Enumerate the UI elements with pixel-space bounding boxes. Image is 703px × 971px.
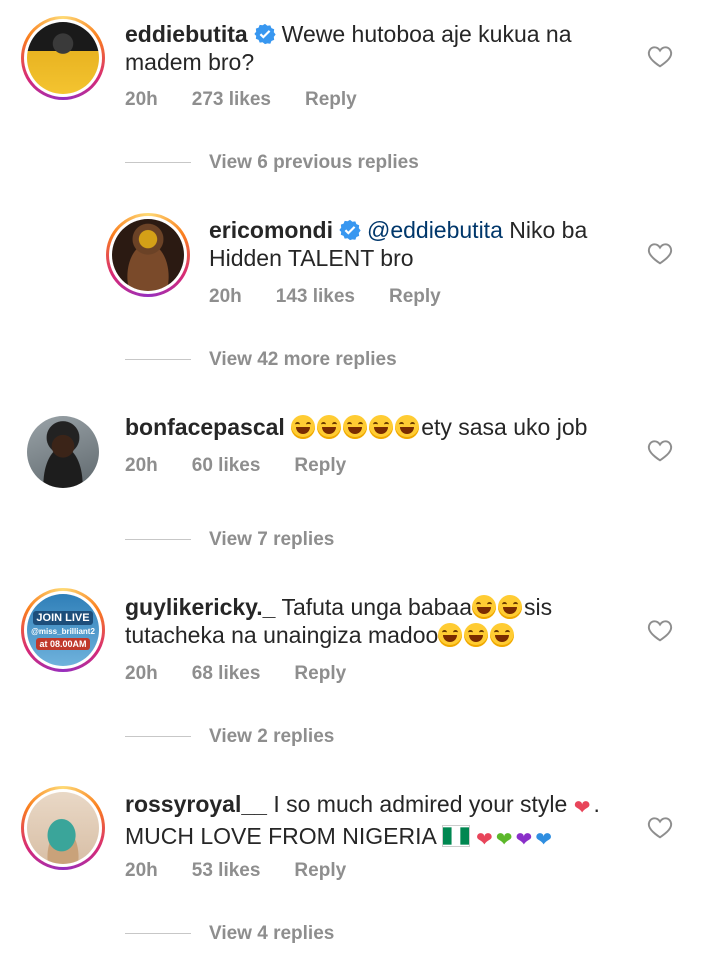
heart-icon[interactable] [647, 241, 673, 265]
view-replies-link[interactable]: View 42 more replies [209, 349, 397, 371]
view-replies-link[interactable]: View 2 replies [209, 726, 334, 748]
view-replies-link[interactable]: View 4 replies [209, 923, 334, 945]
green-heart-icon: ❤ [495, 829, 513, 851]
heart-icon[interactable] [647, 618, 673, 642]
comment-meta: 20h 143 likes Reply [209, 286, 475, 308]
blue-heart-icon: ❤ [535, 829, 552, 851]
comment-body: Niko ba [509, 217, 588, 243]
comment-meta: 20h 60 likes Reply [125, 455, 380, 477]
view-replies-link[interactable]: View 6 previous replies [209, 152, 419, 174]
comment-body-cont: sis [524, 594, 553, 620]
nigeria-flag-icon [441, 825, 470, 847]
reply-button[interactable]: Reply [305, 89, 357, 110]
verified-badge-icon [254, 23, 276, 45]
divider-line [125, 933, 191, 934]
avatar-label: at 08.00AM [36, 637, 90, 650]
comment-time: 20h [125, 663, 158, 684]
comment-body: Tafuta unga babaa [281, 594, 472, 620]
comment-meta: 20h 273 likes Reply [125, 89, 391, 111]
likes-count[interactable]: 273 likes [192, 89, 271, 110]
avatar[interactable] [21, 16, 105, 100]
purple-heart-icon: ❤ [515, 829, 533, 851]
avatar-label: JOIN LIVE [33, 610, 93, 625]
laughing-emoji-icon [472, 594, 524, 620]
divider-line [125, 162, 191, 163]
divider-line [125, 359, 191, 360]
comment-text: bonfacepascal ety sasa uko job [125, 413, 645, 441]
comment-time: 20h [125, 455, 158, 476]
comment-text: ericomondi @eddiebutita Niko ba Hidden TA… [209, 216, 649, 272]
divider-line [125, 539, 191, 540]
comment-body-cont: madem bro? [125, 49, 255, 75]
sparkling-heart-icon: ❤ [573, 797, 591, 819]
comment-text: rossyroyal__ I so much admired your styl… [125, 790, 645, 854]
avatar[interactable] [21, 786, 105, 870]
heart-icon[interactable] [647, 815, 673, 839]
heart-icon[interactable] [647, 44, 673, 68]
view-replies-link[interactable]: View 7 replies [209, 529, 334, 551]
avatar[interactable] [27, 416, 99, 488]
reply-button[interactable]: Reply [294, 663, 346, 684]
divider-line [125, 736, 191, 737]
likes-count[interactable]: 143 likes [276, 286, 355, 307]
reply-button[interactable]: Reply [294, 455, 346, 476]
heart-icon: ❤ [475, 829, 493, 851]
comment-username[interactable]: guylikericky._ [125, 594, 275, 620]
mention-link[interactable]: @eddiebutita [367, 217, 503, 243]
comment-username[interactable]: bonfacepascal [125, 414, 285, 440]
avatar-label: @miss_brilliant2 [31, 626, 95, 636]
reply-button[interactable]: Reply [294, 860, 346, 881]
comment-meta: 20h 53 likes Reply [125, 860, 380, 882]
likes-count[interactable]: 68 likes [192, 663, 261, 684]
laughing-emoji-icon [291, 414, 421, 440]
comment-username[interactable]: ericomondi [209, 217, 333, 243]
comment-meta: 20h 68 likes Reply [125, 663, 380, 685]
comment-time: 20h [209, 286, 242, 307]
avatar[interactable] [106, 213, 190, 297]
laughing-emoji-icon [438, 622, 516, 648]
likes-count[interactable]: 60 likes [192, 455, 261, 476]
comment-username[interactable]: rossyroyal__ [125, 791, 267, 817]
reply-button[interactable]: Reply [389, 286, 441, 307]
comment-body: Wewe hutoboa aje kukua na [281, 21, 572, 47]
comment-body: ety sasa uko job [421, 414, 588, 440]
comment-body-cont: Hidden TALENT bro [209, 245, 414, 271]
comment-time: 20h [125, 89, 158, 110]
avatar[interactable]: JOIN LIVE @miss_brilliant2 at 08.00AM [21, 588, 105, 672]
comment-body-cont: tutacheka na unaingiza madoo [125, 622, 439, 648]
comment-text: guylikericky._ Tafuta unga babaa sis tuta… [125, 593, 645, 649]
comment-body: I so much admired your style [273, 791, 568, 817]
comment-username[interactable]: eddiebutita [125, 21, 248, 47]
verified-badge-icon [339, 219, 361, 241]
comment-time: 20h [125, 860, 158, 881]
comment-text: eddiebutita Wewe hutoboa aje kukua na mad… [125, 20, 645, 76]
comment-body-cont: MUCH LOVE FROM NIGERIA [125, 823, 436, 849]
likes-count[interactable]: 53 likes [192, 860, 261, 881]
heart-icon[interactable] [647, 438, 673, 462]
